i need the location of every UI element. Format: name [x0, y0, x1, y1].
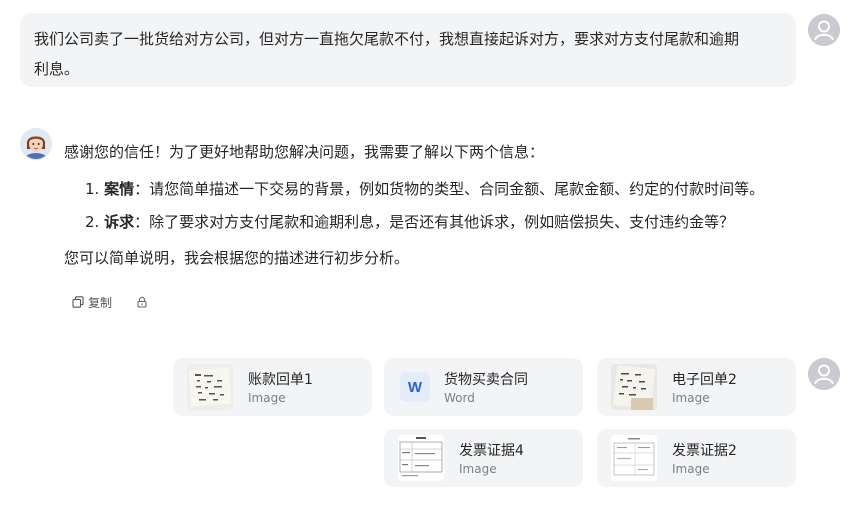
attachment-name: 账款回单1 — [248, 372, 313, 388]
attachment-card[interactable]: 发票证据4 Image — [384, 429, 583, 487]
assistant-avatar-icon — [21, 129, 51, 159]
attachment-name: 电子回单2 — [672, 372, 737, 388]
attachment-type: Image — [672, 391, 710, 405]
user-icon — [808, 358, 840, 390]
attachment-type: Image — [459, 462, 497, 476]
message-actions: 复制 — [72, 294, 148, 310]
list-item-separator: ： — [134, 213, 150, 231]
invoice-thumbnail — [398, 435, 444, 481]
assistant-intro: 感谢您的信任！为了更好地帮助您解决问题，我需要了解以下两个信息： — [64, 143, 545, 161]
user-icon — [808, 14, 840, 46]
user-message-bubble: 我们公司卖了一批货给对方公司，但对方一直拖欠尾款不付，我想直接起诉对方，要求对方… — [20, 13, 796, 87]
copy-label: 复制 — [88, 295, 113, 310]
list-item-separator: ： — [134, 180, 150, 198]
copy-button[interactable]: 复制 — [72, 294, 112, 311]
list-item-title: 案情 — [104, 180, 135, 198]
assistant-list-item: 1. 案情：请您简单描述一下交易的背景，例如货物的类型、合同金额、尾款金额、约定… — [85, 178, 764, 200]
attachment-name: 发票证据4 — [459, 443, 524, 459]
word-doc-icon: W — [400, 372, 430, 402]
attachment-name: 发票证据2 — [672, 443, 737, 459]
assistant-closing: 您可以简单说明，我会根据您的描述进行初步分析。 — [64, 249, 410, 267]
user-avatar[interactable] — [808, 358, 840, 390]
attachment-type: Image — [672, 462, 710, 476]
attachment-type: Word — [444, 391, 475, 405]
user-message-line: 利息。 — [34, 60, 80, 78]
attachment-type: Image — [248, 391, 286, 405]
lock-button[interactable] — [136, 296, 148, 308]
attachment-card[interactable]: W 货物买卖合同 Word — [384, 358, 583, 416]
attachment-card[interactable]: 发票证据2 Image — [597, 429, 796, 487]
list-number: 2. — [85, 213, 100, 231]
list-item-text: 请您简单描述一下交易的背景，例如货物的类型、合同金额、尾款金额、约定的付款时间等… — [149, 180, 765, 198]
lock-icon — [137, 296, 147, 308]
copy-icon — [72, 296, 84, 308]
user-message-line: 我们公司卖了一批货给对方公司，但对方一直拖欠尾款不付，我想直接起诉对方，要求对方… — [34, 30, 740, 48]
receipt-thumbnail — [187, 364, 233, 410]
user-avatar[interactable] — [808, 14, 840, 46]
invoice-thumbnail — [611, 435, 657, 481]
list-item-title: 诉求 — [104, 213, 135, 231]
list-item-text: 除了要求对方支付尾款和逾期利息，是否还有其他诉求，例如赔偿损失、支付违约金等？ — [149, 213, 735, 231]
attachment-card[interactable]: 电子回单2 Image — [597, 358, 796, 416]
receipt-thumbnail — [611, 364, 657, 410]
assistant-avatar — [20, 128, 52, 160]
attachment-name: 货物买卖合同 — [444, 372, 528, 388]
list-number: 1. — [85, 180, 100, 198]
assistant-list-item: 2. 诉求：除了要求对方支付尾款和逾期利息，是否还有其他诉求，例如赔偿损失、支付… — [85, 211, 734, 233]
attachment-card[interactable]: 账款回单1 Image — [173, 358, 372, 416]
